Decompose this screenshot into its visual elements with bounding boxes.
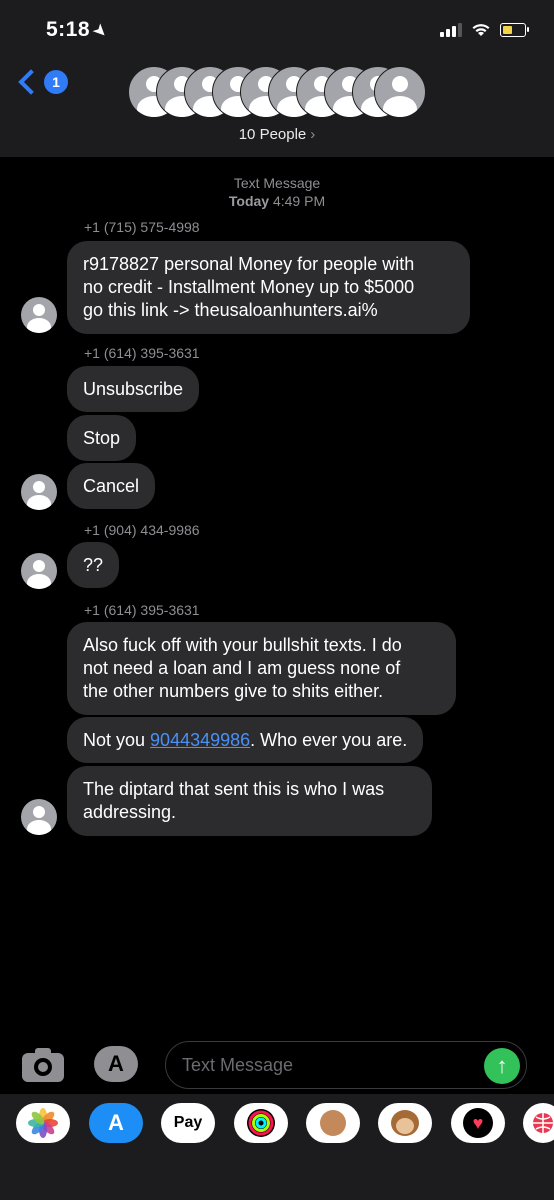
phone-number-link[interactable]: 9044349986 <box>150 730 250 750</box>
wifi-icon <box>472 24 490 36</box>
camera-button[interactable] <box>22 1048 64 1082</box>
animoji-app-button[interactable] <box>378 1103 432 1143</box>
timestamp: Today 4:49 PM <box>228 193 326 209</box>
avatar[interactable] <box>21 297 57 333</box>
cellular-signal-icon <box>440 22 462 37</box>
service-label: Text Message <box>233 175 321 191</box>
sender-number: +1 (614) 395-3631 <box>84 345 200 361</box>
camera-icon <box>34 1058 52 1076</box>
imessage-app-drawer: A Pay ♥ <box>0 1094 554 1200</box>
avatar[interactable] <box>21 799 57 835</box>
message-input[interactable] <box>165 1041 527 1089</box>
app-store-button[interactable]: A <box>94 1046 138 1082</box>
app-store-app-button[interactable]: A <box>89 1103 143 1143</box>
message-bubble[interactable]: The diptard that sent this is who I was … <box>67 766 432 836</box>
chevron-right-icon: › <box>310 126 316 143</box>
memoji-icon <box>320 1110 346 1136</box>
chevron-left-icon <box>18 69 44 95</box>
message-bubble[interactable]: Also fuck off with your bullshit texts. … <box>67 622 456 715</box>
avatar <box>374 66 426 118</box>
activity-app-button[interactable] <box>234 1103 288 1143</box>
battery-icon <box>500 22 529 37</box>
group-people-link[interactable]: 10 People › <box>0 126 554 143</box>
globe-icon <box>533 1113 553 1133</box>
message-bubble[interactable]: Not you 9044349986. Who ever you are. <box>67 717 424 763</box>
back-button[interactable]: 1 <box>16 69 68 95</box>
message-bubble[interactable]: ?? <box>67 542 120 588</box>
group-avatar-stack[interactable] <box>128 66 428 118</box>
photos-app-button[interactable] <box>16 1103 70 1143</box>
message-bubble[interactable]: Unsubscribe <box>67 366 200 412</box>
more-apps-button[interactable] <box>523 1103 554 1143</box>
photos-icon <box>28 1108 58 1138</box>
message-bubble[interactable]: Cancel <box>67 463 156 509</box>
status-time: 5:18➤ <box>46 18 111 42</box>
digital-touch-app-button[interactable]: ♥ <box>451 1103 505 1143</box>
memoji-app-button[interactable] <box>306 1103 360 1143</box>
sender-number: +1 (614) 395-3631 <box>84 602 200 618</box>
location-arrow-icon: ➤ <box>89 20 111 42</box>
monkey-icon <box>391 1110 419 1136</box>
sender-number: +1 (904) 434-9986 <box>84 522 200 538</box>
app-store-icon: A <box>108 1110 124 1135</box>
status-icons <box>440 22 529 37</box>
avatar[interactable] <box>21 553 57 589</box>
conversation-header: 5:18➤ 1 10 People › <box>0 0 554 157</box>
avatar[interactable] <box>21 474 57 510</box>
sender-number: +1 (715) 575-4998 <box>84 219 200 235</box>
message-bubble[interactable]: Stop <box>67 415 137 461</box>
unread-count-badge: 1 <box>44 70 68 94</box>
heart-icon: ♥ <box>463 1108 493 1138</box>
apple-pay-button[interactable]: Pay <box>161 1103 215 1143</box>
activity-rings-icon <box>247 1109 275 1137</box>
send-button[interactable]: ↑ <box>484 1048 520 1084</box>
message-bubble[interactable]: r9178827 personal Money for people with … <box>67 241 470 334</box>
